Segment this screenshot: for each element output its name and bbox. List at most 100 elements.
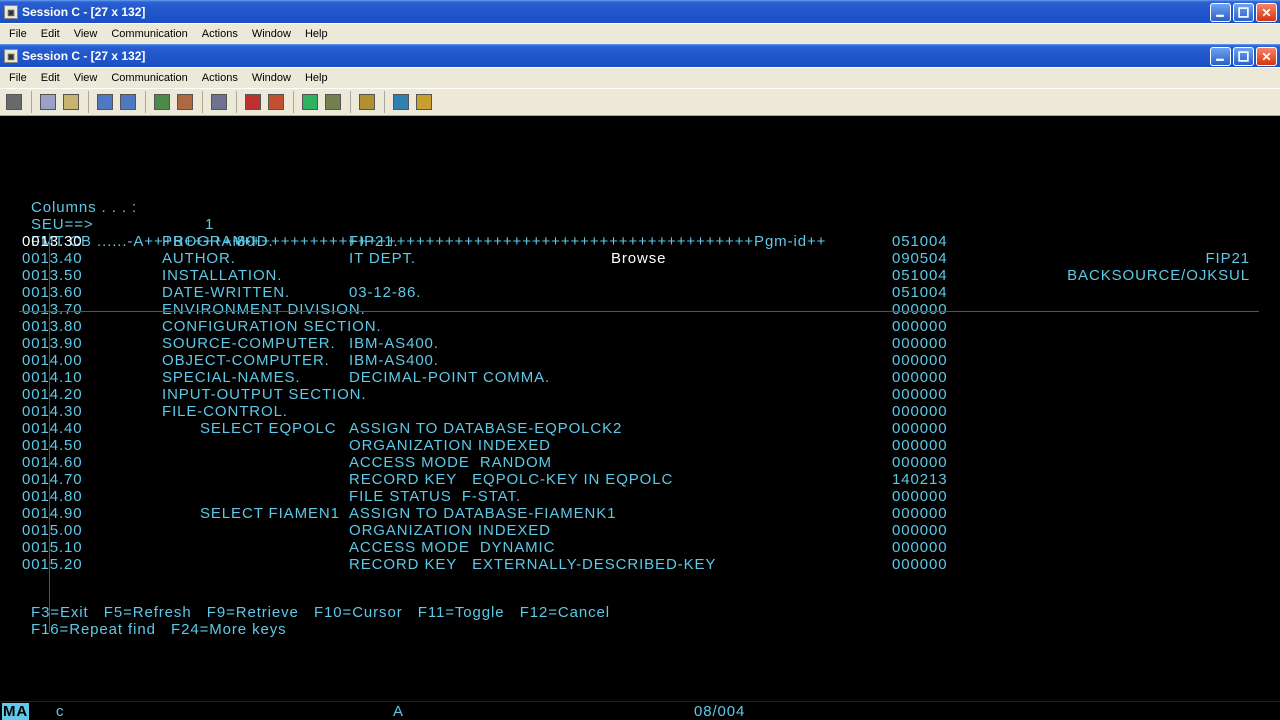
seq-number: 0015.20 [22,556,83,573]
paste-icon[interactable] [60,91,82,113]
menu-help[interactable]: Help [298,70,335,86]
seq-number: 0014.60 [22,454,83,471]
outer-menubar: FileEditViewCommunicationActionsWindowHe… [0,23,1280,44]
support-icon[interactable] [390,91,412,113]
menu-view[interactable]: View [67,70,105,86]
toolbar [0,88,1280,116]
menu-actions[interactable]: Actions [195,26,245,42]
source-col-a: AUTHOR. [162,250,236,267]
seq-date: 000000 [892,437,947,454]
source-col-b: ORGANIZATION INDEXED [349,437,551,454]
seq-number: 0014.20 [22,386,83,403]
source-line[interactable]: 0015.10ACCESS MODE DYNAMIC000000 [0,539,1280,556]
seq-number: 0014.80 [22,488,83,505]
toolbar-separator [288,91,294,113]
seq-date: 000000 [892,556,947,573]
toolbar-separator [140,91,146,113]
seq-number: 0015.00 [22,522,83,539]
minimize-button[interactable] [1210,47,1231,66]
source-line[interactable]: 0015.20RECORD KEY EXTERNALLY-DESCRIBED-K… [0,556,1280,573]
source-line[interactable]: 0014.80FILE STATUS F-STAT.000000 [0,488,1280,505]
seq-date: 000000 [892,369,947,386]
run-icon[interactable] [356,91,378,113]
source-col-a: ENVIRONMENT DIVISION. [162,301,366,318]
source-line[interactable]: 0014.90SELECT FIAMEN1ASSIGN TO DATABASE-… [0,505,1280,522]
menu-edit[interactable]: Edit [34,26,67,42]
source-col-b: 03-12-86. [349,284,421,301]
source-col-a: SELECT EQPOLC [200,420,336,437]
source-line[interactable]: 0014.10SPECIAL-NAMES.DECIMAL-POINT COMMA… [0,369,1280,386]
maximize-button[interactable] [1233,3,1254,22]
source-line[interactable]: 0013.40AUTHOR.IT DEPT.090504 [0,250,1280,267]
source-line[interactable]: 0014.20INPUT-OUTPUT SECTION.000000 [0,386,1280,403]
status-bar: MA c A 08/004 [0,701,1280,720]
source-col-a: FILE-CONTROL. [162,403,288,420]
seq-number: 0013.70 [22,301,83,318]
help-icon[interactable] [413,91,435,113]
menu-file[interactable]: File [2,26,34,42]
menu-file[interactable]: File [2,70,34,86]
source-line[interactable]: 0014.50ORGANIZATION INDEXED000000 [0,437,1280,454]
seq-date: 051004 [892,267,947,284]
record-icon[interactable] [242,91,264,113]
source-line[interactable]: 0013.90SOURCE-COMPUTER.IBM-AS400.000000 [0,335,1280,352]
source-line[interactable]: 0013.60DATE-WRITTEN.03-12-86.051004 [0,284,1280,301]
display-icon[interactable] [151,91,173,113]
source-line[interactable]: 0013.30PROGRAM-ID.FIP21.051004 [0,233,1280,250]
app-icon: ▣ [4,5,18,19]
app-icon: ▣ [4,49,18,63]
seq-date: 000000 [892,454,947,471]
source-line[interactable]: 0013.70 ENVIRONMENT DIVISION. 000000 [0,301,1280,318]
copy-icon[interactable] [37,91,59,113]
print-icon[interactable] [3,91,25,113]
source-line[interactable]: 0015.00ORGANIZATION INDEXED000000 [0,522,1280,539]
menu-communication[interactable]: Communication [104,70,194,86]
seq-number: 0013.60 [22,284,83,301]
inner-menubar: FileEditViewCommunicationActionsWindowHe… [0,67,1280,88]
source-col-b: IBM-AS400. [349,352,439,369]
seq-date: 051004 [892,284,947,301]
source-line[interactable]: 0013.80CONFIGURATION SECTION.000000 [0,318,1280,335]
menu-window[interactable]: Window [245,70,298,86]
terminal-area[interactable]: Columns . . . : 1 80 Browse BACKSOURCE/O… [0,116,1280,720]
seq-date: 000000 [892,318,947,335]
source-line[interactable]: 0013.50INSTALLATION.051004 [0,267,1280,284]
menu-window[interactable]: Window [245,26,298,42]
menu-help[interactable]: Help [298,26,335,42]
seq-date: 140213 [892,471,947,488]
source-col-b: FIP21. [349,233,399,250]
source-line[interactable]: 0014.60ACCESS MODE RANDOM000000 [0,454,1280,471]
menu-actions[interactable]: Actions [195,70,245,86]
outer-window-titlebar: ▣ Session C - [27 x 132] [0,0,1280,23]
source-line[interactable]: 0014.00OBJECT-COMPUTER.IBM-AS400.000000 [0,352,1280,369]
stop-icon[interactable] [265,91,287,113]
maximize-button[interactable] [1233,47,1254,66]
toolbar-separator [379,91,385,113]
seq-date: 051004 [892,233,947,250]
remap-icon[interactable] [208,91,230,113]
minimize-button[interactable] [1210,3,1231,22]
source-col-b: IBM-AS400. [349,335,439,352]
quit-icon[interactable] [322,91,344,113]
send-icon[interactable] [94,91,116,113]
menu-edit[interactable]: Edit [34,70,67,86]
seq-date: 000000 [892,420,947,437]
toolbar-separator [197,91,203,113]
source-line[interactable]: 0014.70RECORD KEY EQPOLC-KEY IN EQPOLC14… [0,471,1280,488]
close-button[interactable] [1256,3,1277,22]
receive-icon[interactable] [117,91,139,113]
seq-number: 0014.90 [22,505,83,522]
seq-date: 000000 [892,301,947,318]
menu-communication[interactable]: Communication [104,26,194,42]
source-line[interactable]: 0014.30FILE-CONTROL.000000 [0,403,1280,420]
color-icon[interactable] [174,91,196,113]
menu-view[interactable]: View [67,26,105,42]
play-icon[interactable] [299,91,321,113]
source-col-a: PROGRAM-ID. [162,233,274,250]
source-col-a: INSTALLATION. [162,267,282,284]
source-line[interactable]: 0014.40SELECT EQPOLCASSIGN TO DATABASE-E… [0,420,1280,437]
source-col-a: INPUT-OUTPUT SECTION. [162,386,366,403]
close-button[interactable] [1256,47,1277,66]
seq-date: 000000 [892,539,947,556]
toolbar-separator [26,91,32,113]
